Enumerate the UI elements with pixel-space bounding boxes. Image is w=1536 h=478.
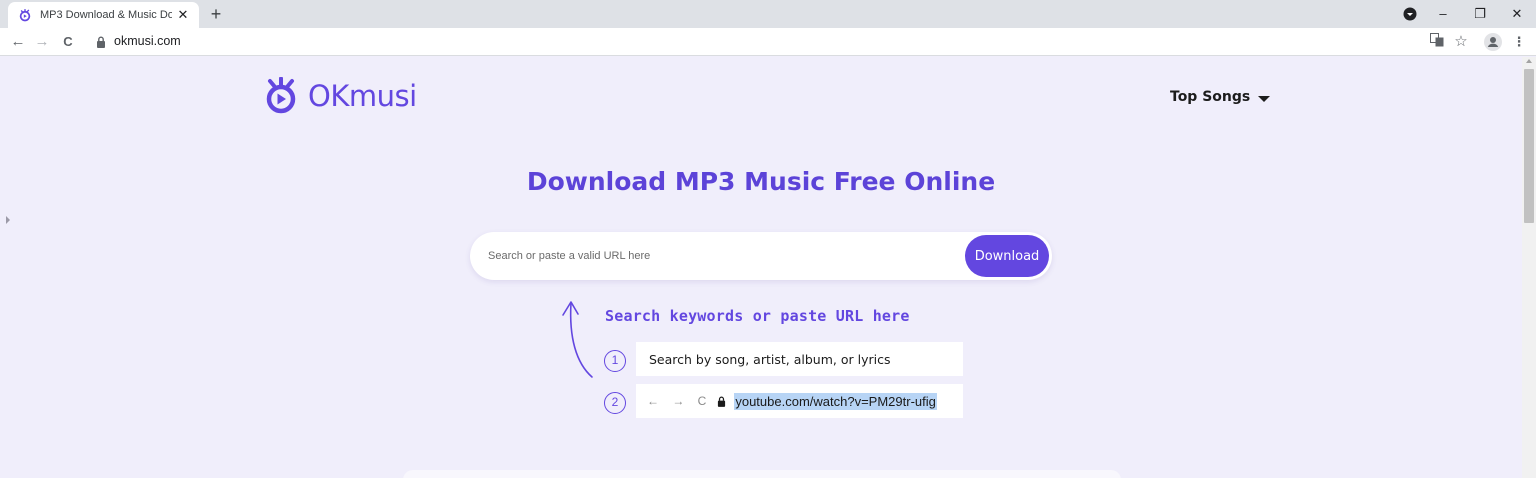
minimize-button[interactable]: – [1433,4,1453,24]
step-number: 2 [604,392,626,414]
translate-icon[interactable] [1428,33,1446,51]
forward-button[interactable]: → [32,32,52,52]
download-button[interactable]: Download [965,235,1049,277]
tab-title: MP3 Download & Music Downloader [40,9,172,21]
search-bar: Download [470,232,1052,280]
content-card [403,470,1121,478]
page-content: OKmusi Top Songs Download MP3 Music Free… [0,57,1522,478]
page-scrollbar[interactable] [1522,57,1536,478]
reload-button[interactable]: C [58,32,78,52]
bookmark-star-icon[interactable]: ☆ [1452,33,1470,51]
profile-avatar-icon[interactable] [1484,33,1502,51]
scroll-up-arrow-icon[interactable] [1526,59,1532,63]
caret-down-icon [1258,95,1271,102]
okmusi-favicon-icon [17,7,33,23]
browser-tab[interactable]: MP3 Download & Music Downloader ✕ [8,2,199,28]
top-songs-label: Top Songs [1170,89,1251,105]
scrollbar-thumb[interactable] [1524,69,1534,223]
example-url: youtube.com/watch?v=PM29tr-ufig [734,392,937,410]
step-text: Search by song, artist, album, or lyrics [649,351,891,367]
browser-toolbar: ← → C okmusi.com ☆ ⋮ [0,28,1536,56]
side-expand-arrow-icon[interactable] [6,216,10,224]
hint-step-1: 1 Search by song, artist, album, or lyri… [604,342,963,376]
okmusi-logo-icon [266,77,296,114]
page-title: Download MP3 Music Free Online [526,167,996,196]
browser-menu-icon[interactable]: ⋮ [1510,33,1528,51]
restore-button[interactable]: ❐ [1470,4,1490,24]
chrome-profile-menu-icon[interactable] [1400,4,1420,24]
step-example-box: ← → C youtube.com/watch?v=PM29tr-ufig [636,384,963,418]
browser-tab-bar: MP3 Download & Music Downloader ✕ + – ❐ … [0,0,1536,28]
step-number: 1 [604,350,626,372]
hint-title: Search keywords or paste URL here [605,307,910,325]
lock-icon[interactable] [96,36,106,48]
new-tab-button[interactable]: + [206,4,226,24]
step-example-box: Search by song, artist, album, or lyrics [636,342,963,376]
logo-text: OKmusi [308,79,417,113]
tab-close-icon[interactable]: ✕ [175,7,191,23]
okmusi-logo[interactable]: OKmusi [264,77,417,115]
hint-step-2: 2 ← → C youtube.com/watch?v=PM29tr-ufig [604,384,963,418]
search-input[interactable] [488,232,958,280]
address-bar[interactable]: okmusi.com [114,34,181,48]
top-songs-dropdown[interactable]: Top Songs [1170,89,1271,105]
lock-icon [718,396,726,407]
back-button[interactable]: ← [8,32,28,52]
close-window-button[interactable]: ✕ [1507,4,1527,24]
curved-arrow-icon [562,301,593,378]
mini-browser-nav-icons: ← → C [647,394,712,408]
